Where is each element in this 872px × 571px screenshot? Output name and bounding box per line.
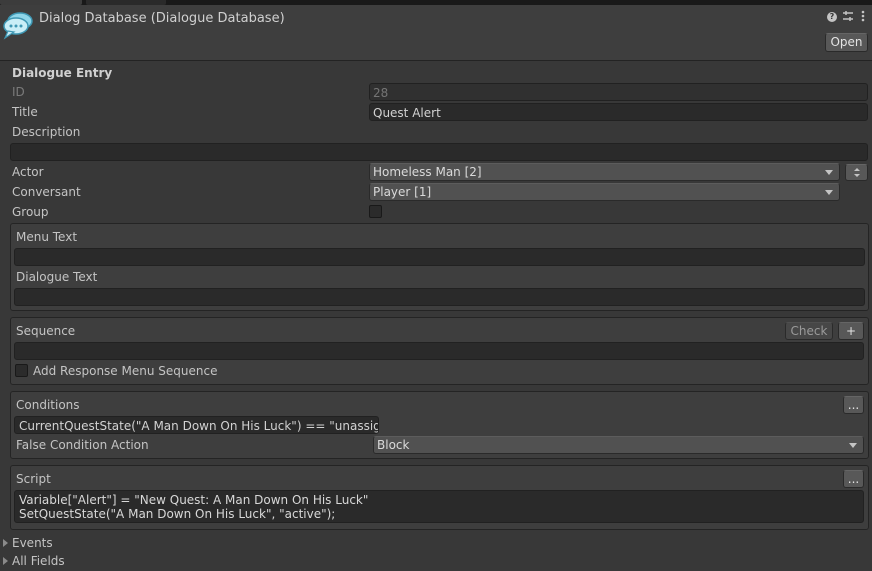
false-condition-value: Block xyxy=(377,438,410,452)
description-label: Description xyxy=(12,125,81,139)
open-button[interactable]: Open xyxy=(825,33,868,52)
add-response-label: Add Response Menu Sequence xyxy=(33,364,218,378)
false-condition-label: False Condition Action xyxy=(16,438,149,452)
chevron-down-icon xyxy=(825,170,833,175)
all-fields-foldout-label[interactable]: All Fields xyxy=(12,552,65,570)
script-field[interactable]: Variable["Alert"] = "New Quest: A Man Do… xyxy=(14,490,864,523)
events-foldout-label[interactable]: Events xyxy=(12,534,53,552)
section-title: Dialogue Entry xyxy=(12,66,113,80)
chevron-down-icon xyxy=(825,190,833,195)
conversant-label: Conversant xyxy=(12,185,81,199)
help-icon[interactable]: ? xyxy=(827,12,837,22)
events-foldout-icon[interactable] xyxy=(3,539,8,547)
asset-title: Dialog Database (Dialogue Database) xyxy=(39,11,285,26)
actor-label: Actor xyxy=(12,165,44,179)
group-label: Group xyxy=(12,205,49,219)
up-down-icon xyxy=(853,168,860,177)
description-field[interactable] xyxy=(10,143,868,161)
menu-icon[interactable] xyxy=(860,10,866,22)
dialogue-text-label: Dialogue Text xyxy=(16,270,98,284)
header-separator xyxy=(0,60,872,61)
conversant-value: Player [1] xyxy=(373,185,432,199)
menu-text-field[interactable] xyxy=(14,248,865,266)
add-response-checkbox[interactable] xyxy=(15,364,28,377)
script-more-button[interactable]: ... xyxy=(843,470,864,488)
sequence-label: Sequence xyxy=(16,324,76,338)
check-button[interactable]: Check xyxy=(785,322,833,340)
title-field[interactable]: Quest Alert xyxy=(369,103,868,121)
group-checkbox[interactable] xyxy=(369,205,382,218)
all-fields-foldout-icon[interactable] xyxy=(3,557,8,565)
presets-icon[interactable] xyxy=(842,10,854,22)
actor-stepper-button[interactable] xyxy=(845,164,868,181)
actor-dropdown[interactable]: Homeless Man [2] xyxy=(369,163,840,181)
sequence-field[interactable] xyxy=(14,342,864,360)
conditions-label: Conditions xyxy=(16,398,80,412)
false-condition-dropdown[interactable]: Block xyxy=(373,436,864,454)
id-label: ID xyxy=(12,85,25,99)
conditions-field[interactable]: CurrentQuestState("A Man Down On His Luc… xyxy=(14,416,379,434)
chevron-down-icon xyxy=(849,443,857,448)
actor-value: Homeless Man [2] xyxy=(373,165,482,179)
title-label: Title xyxy=(12,105,38,119)
id-field: 28 xyxy=(369,83,868,101)
dialogue-text-field[interactable] xyxy=(14,288,865,306)
script-label: Script xyxy=(16,472,51,486)
speech-bubble-icon xyxy=(2,10,34,40)
conditions-more-button[interactable]: ... xyxy=(843,396,864,414)
menu-text-label: Menu Text xyxy=(16,230,78,244)
add-sequence-button[interactable]: + xyxy=(838,322,864,340)
conversant-dropdown[interactable]: Player [1] xyxy=(369,183,840,201)
